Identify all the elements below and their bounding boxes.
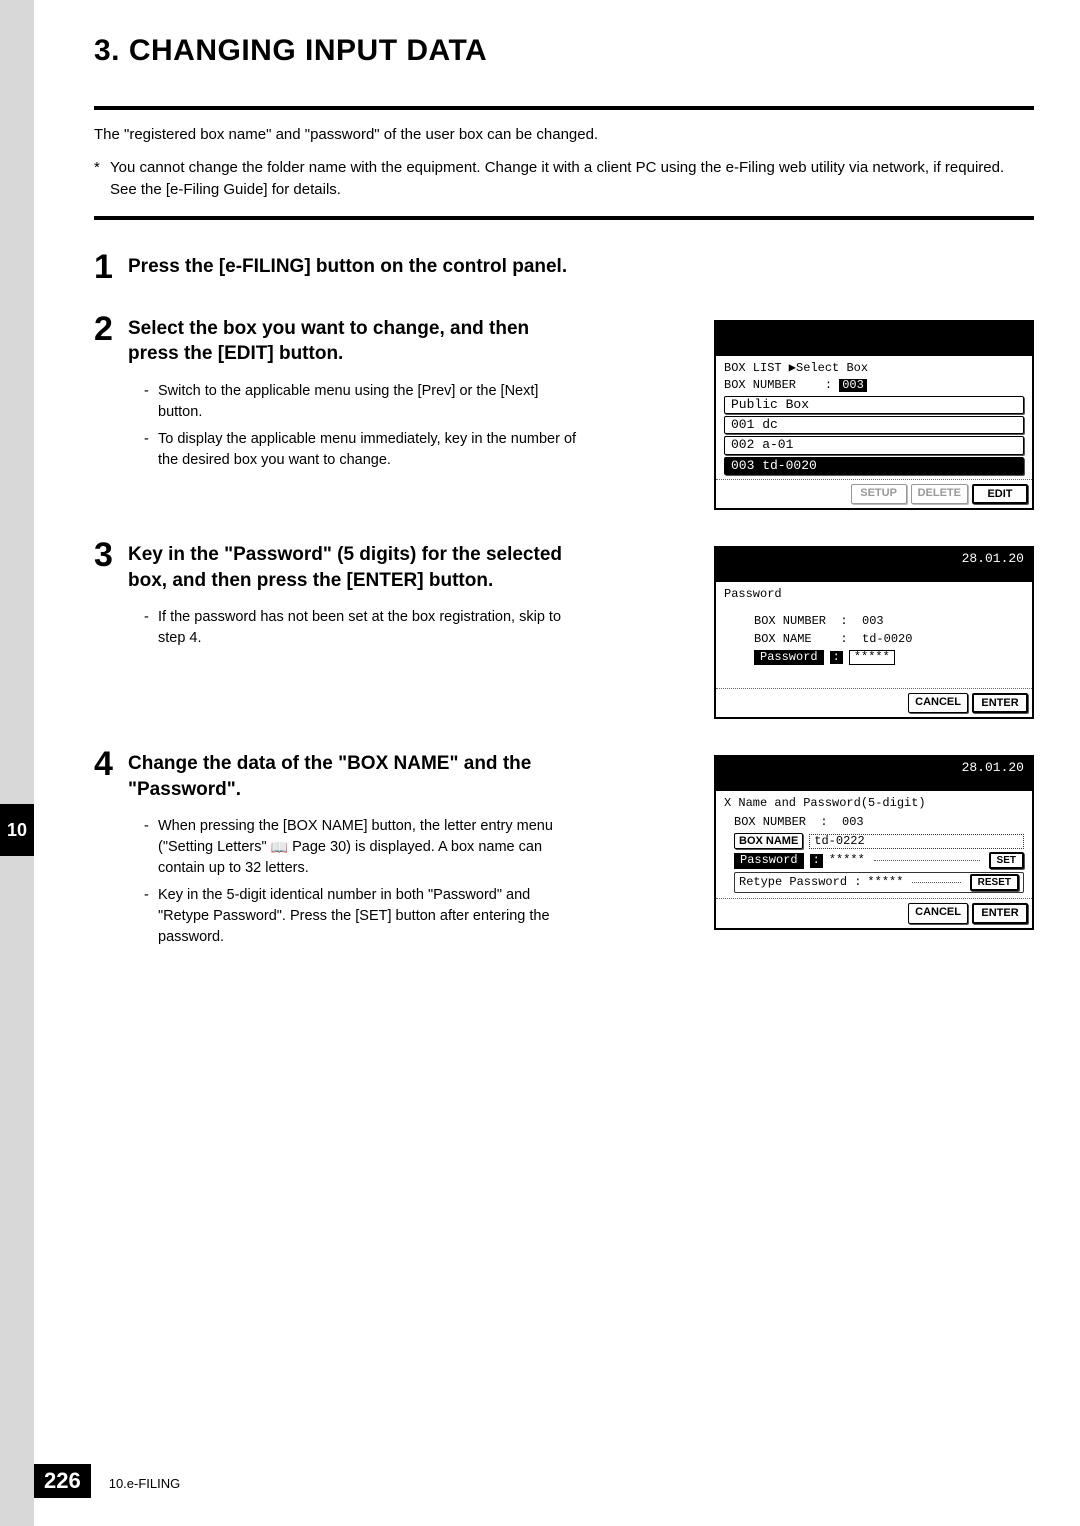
lcd3-enter-button[interactable]: ENTER xyxy=(972,903,1028,923)
lcd1-breadcrumb: BOX LIST ▶Select Box xyxy=(724,362,1024,375)
lcd3-retype-value[interactable]: ***** xyxy=(867,876,903,889)
footer-chapter: 10.e-FILING xyxy=(109,1476,181,1491)
lcd2-password-field[interactable]: ***** xyxy=(849,650,895,665)
lcd3-password-value[interactable]: ***** xyxy=(829,854,865,867)
step-4: 4 Change the data of the "BOX NAME" and … xyxy=(94,747,1034,954)
lcd2-date: 28.01.20 xyxy=(962,551,1024,566)
lcd-edit-box: 28.01.20 X Name and Password(5-digit) BO… xyxy=(714,755,1034,930)
lcd1-row-001[interactable]: 001 dc xyxy=(724,416,1024,434)
lcd2-boxnumber-value: 003 xyxy=(862,614,884,628)
step-4-bullet-1: When pressing the [BOX NAME] button, the… xyxy=(144,816,584,879)
step-4-bullet-2: Key in the 5-digit identical number in b… xyxy=(144,885,584,948)
book-icon: 📖 xyxy=(271,837,288,857)
step-3-bullet-1: If the password has not been set at the … xyxy=(144,607,584,649)
lcd3-boxnumber-label: BOX NUMBER xyxy=(734,815,806,829)
lcd3-blackbar: 28.01.20 xyxy=(716,757,1032,791)
page-footer: 226 10.e-FILING xyxy=(34,1464,180,1498)
chapter-tab: 10 xyxy=(0,804,34,856)
lcd1-blackbar xyxy=(716,322,1032,356)
lcd1-boxnumber-value[interactable]: 003 xyxy=(839,379,867,392)
step-2-title: Select the box you want to change, and t… xyxy=(128,312,584,367)
step-1-number: 1 xyxy=(94,250,128,284)
lcd2-boxname-label: BOX NAME xyxy=(754,632,812,646)
rule-top xyxy=(94,106,1034,110)
lcd1-row-003-selected[interactable]: 003 td-0020 xyxy=(724,457,1024,475)
lcd2-password-label: Password xyxy=(754,650,824,665)
lcd3-boxname-value[interactable]: td-0222 xyxy=(809,834,1024,849)
lcd3-boxnumber-value: 003 xyxy=(842,815,864,829)
lcd1-setup-button[interactable]: SETUP xyxy=(851,484,907,504)
lcd1-boxnumber-label: BOX NUMBER xyxy=(724,378,796,392)
lcd1-edit-button[interactable]: EDIT xyxy=(972,484,1028,504)
step-3-title: Key in the "Password" (5 digits) for the… xyxy=(128,538,584,593)
step-3-number: 3 xyxy=(94,538,128,572)
step-2-bullet-2: To display the applicable menu immediate… xyxy=(144,429,584,471)
lcd3-password-label: Password xyxy=(734,853,804,868)
lcd1-row-002[interactable]: 002 a-01 xyxy=(724,436,1024,454)
note-text: You cannot change the folder name with t… xyxy=(110,157,1034,202)
lcd1-row-public[interactable]: Public Box xyxy=(724,396,1024,414)
step-2-number: 2 xyxy=(94,312,128,346)
step-4-title: Change the data of the "BOX NAME" and th… xyxy=(128,747,584,802)
lcd3-set-button[interactable]: SET xyxy=(989,852,1024,869)
note-row: * You cannot change the folder name with… xyxy=(94,157,1034,202)
lcd2-enter-button[interactable]: ENTER xyxy=(972,693,1028,713)
lcd3-reset-button[interactable]: RESET xyxy=(970,874,1019,891)
section-title: 3. CHANGING INPUT DATA xyxy=(94,34,1034,68)
lcd3-heading: X Name and Password(5-digit) xyxy=(724,797,1024,810)
lcd1-delete-button[interactable]: DELETE xyxy=(911,484,968,504)
lcd-password: 28.01.20 Password BOX NUMBER : 003 BOX N… xyxy=(714,546,1034,719)
lcd-select-box: BOX LIST ▶Select Box BOX NUMBER : 003 Pu… xyxy=(714,320,1034,511)
step-3: 3 Key in the "Password" (5 digits) for t… xyxy=(94,538,1034,719)
step-2: 2 Select the box you want to change, and… xyxy=(94,312,1034,511)
lcd3-boxname-button[interactable]: BOX NAME xyxy=(734,833,803,849)
rule-bottom xyxy=(94,216,1034,220)
intro-text: The "registered box name" and "password"… xyxy=(94,124,1034,147)
lcd2-blackbar: 28.01.20 xyxy=(716,548,1032,582)
lcd3-retype-label: Retype Password : xyxy=(739,876,861,889)
lcd2-cancel-button[interactable]: CANCEL xyxy=(908,693,968,713)
note-asterisk: * xyxy=(94,157,110,202)
lcd2-boxnumber-label: BOX NUMBER xyxy=(754,614,826,628)
lcd2-heading: Password xyxy=(724,588,1024,601)
lcd3-date: 28.01.20 xyxy=(962,760,1024,775)
lcd1-boxnumber-row: BOX NUMBER : 003 xyxy=(724,379,1024,392)
step-1: 1 Press the [e-FILING] button on the con… xyxy=(94,250,1034,284)
step-2-bullet-1: Switch to the applicable menu using the … xyxy=(144,381,584,423)
step-4-number: 4 xyxy=(94,747,128,781)
page-number: 226 xyxy=(34,1464,91,1498)
page-content: 3. CHANGING INPUT DATA The "registered b… xyxy=(34,0,1080,1526)
lcd2-boxname-value: td-0020 xyxy=(862,632,912,646)
lcd3-cancel-button[interactable]: CANCEL xyxy=(908,903,968,923)
step-1-title: Press the [e-FILING] button on the contr… xyxy=(128,250,567,280)
